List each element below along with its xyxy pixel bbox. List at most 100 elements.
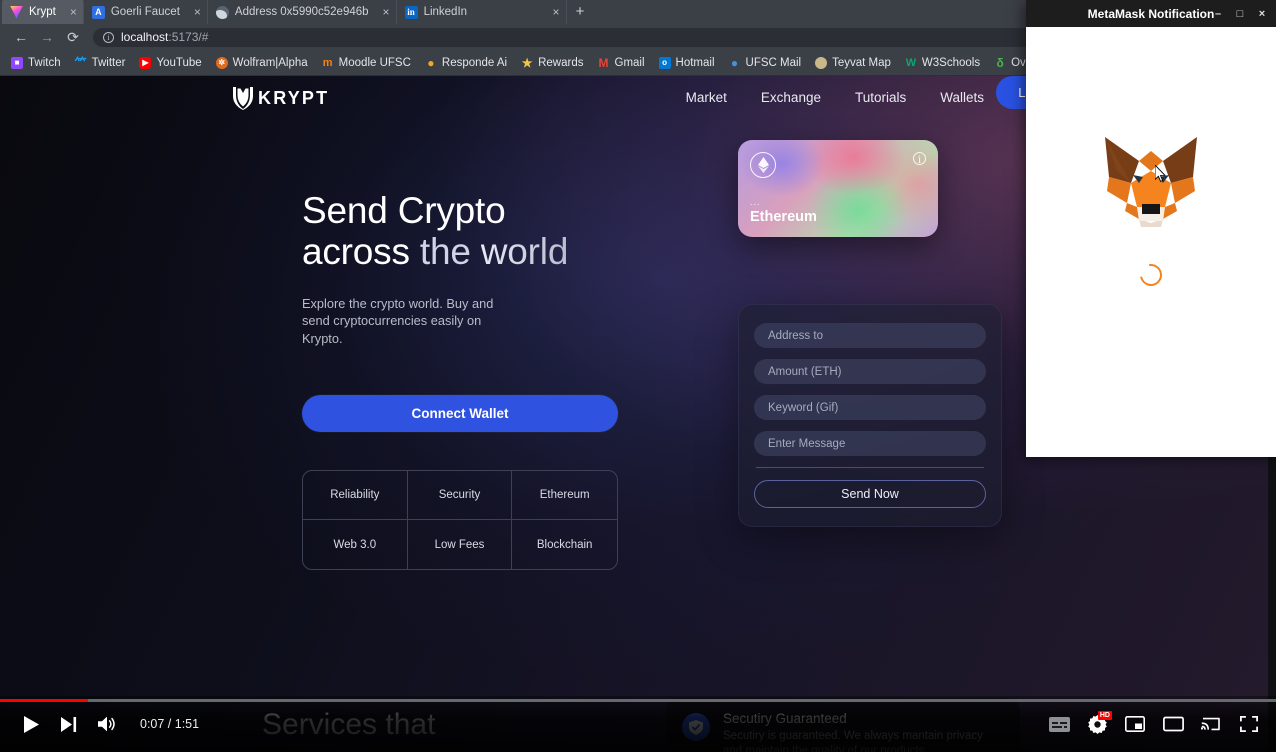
forward-icon[interactable]: → [34, 26, 60, 48]
address-to-input[interactable] [754, 323, 986, 348]
player-right-controls: HD [1040, 710, 1268, 738]
bookmark-gmail[interactable]: M Gmail [591, 53, 652, 73]
bookmark-label: Wolfram|Alpha [232, 56, 308, 69]
back-icon[interactable]: ← [8, 26, 34, 48]
ethereum-diamond-icon [750, 152, 776, 178]
subtitles-icon[interactable] [1040, 710, 1078, 738]
bookmark-label: Hotmail [675, 56, 715, 69]
eth-card-bottom: ... Ethereum [750, 197, 926, 225]
bookmark-label: Twitter [91, 56, 126, 69]
metamask-window-title: MetaMask Notification [1087, 6, 1215, 21]
browser-tab-krypt[interactable]: Krypt × [2, 0, 84, 24]
hero-left-column: Send Crypto across the world Explore the… [302, 190, 688, 571]
send-crypto-form: Send Now [738, 304, 1002, 527]
message-input[interactable] [754, 431, 986, 456]
tab-close-icon[interactable]: × [375, 5, 390, 19]
bookmark-label: YouTube [156, 56, 202, 69]
bookmark-moodle[interactable]: m Moodle UFSC [315, 53, 418, 73]
gear-icon[interactable]: HD [1078, 710, 1116, 738]
tab-title: Goerli Faucet [110, 6, 180, 18]
site-logo-text: KRYPT [258, 87, 330, 108]
hero-title-line2: across the world [302, 231, 569, 273]
bookmark-rewards[interactable]: ★ Rewards [514, 53, 590, 73]
send-now-button[interactable]: Send Now [754, 480, 986, 508]
bookmark-label: Gmail [614, 56, 645, 69]
linkedin-icon: in [404, 5, 418, 19]
ufsc-icon: ● [730, 55, 739, 70]
bookmark-ufsc-mail[interactable]: ● UFSC Mail [722, 53, 809, 73]
feature-cell-low-fees: Low Fees [408, 520, 513, 570]
wolfram-icon: ✲ [215, 56, 228, 69]
reload-icon[interactable]: ⟳ [60, 26, 86, 48]
info-icon[interactable]: i [913, 152, 926, 165]
bookmark-w3schools[interactable]: W W3Schools [898, 53, 987, 73]
feature-cell-security: Security [407, 471, 513, 521]
site-logo[interactable]: KRYPT [232, 86, 329, 110]
loading-spinner [1135, 259, 1167, 291]
site-info-icon[interactable]: i [103, 31, 114, 43]
tab-close-icon[interactable]: × [186, 5, 201, 19]
feature-grid: Reliability Security Ethereum Web 3.0 Lo… [302, 470, 618, 571]
tab-close-icon[interactable]: × [545, 5, 560, 19]
bookmark-hotmail[interactable]: o Hotmail [652, 53, 722, 73]
amount-input[interactable] [754, 359, 986, 384]
eth-card-top: i [750, 152, 926, 178]
browser-tab-linkedin[interactable]: in LinkedIn × [397, 0, 567, 24]
bookmark-youtube[interactable]: ▶ YouTube [132, 53, 208, 73]
vite-logo-icon [10, 5, 23, 19]
bookmark-label: Responde Ai [441, 56, 508, 69]
metamask-window-buttons: – □ × [1208, 0, 1272, 27]
tab-close-icon[interactable]: × [62, 5, 77, 19]
url-host: localhost:5173/# [121, 30, 209, 44]
form-divider [756, 467, 984, 468]
next-track-icon[interactable] [50, 710, 88, 738]
nav-link-tutorials[interactable]: Tutorials [855, 90, 906, 105]
bookmark-teyvat-map[interactable]: Teyvat Map [808, 53, 898, 73]
close-icon[interactable]: × [1252, 4, 1272, 24]
twitch-icon: ■ [11, 56, 23, 69]
video-progress-bar[interactable] [0, 699, 1276, 702]
bookmark-twitch[interactable]: ■ Twitch [4, 53, 68, 73]
video-player-controls: 0:07 / 1:51 HD [0, 696, 1276, 752]
gmail-icon: M [598, 55, 609, 70]
metamask-body [1026, 27, 1276, 457]
hotmail-icon: o [658, 56, 671, 69]
metamask-titlebar[interactable]: MetaMask Notification – □ × [1026, 0, 1276, 27]
site-nav-links: Market Exchange Tutorials Wallets [686, 90, 984, 105]
bookmark-twitter[interactable]: ⺮ Twitter [68, 53, 133, 73]
nav-link-wallets[interactable]: Wallets [940, 90, 984, 105]
connect-wallet-button[interactable]: Connect Wallet [302, 395, 618, 433]
feature-cell-reliability: Reliability [303, 471, 408, 521]
bookmark-label: Twitch [28, 56, 61, 69]
nav-link-exchange[interactable]: Exchange [761, 90, 821, 105]
bookmark-wolfram[interactable]: ✲ Wolfram|Alpha [209, 53, 315, 73]
nav-link-market[interactable]: Market [686, 90, 727, 105]
bookmark-label: W3Schools [921, 56, 981, 69]
krypt-logo-icon [232, 86, 254, 110]
player-left-controls: 0:07 / 1:51 [12, 710, 199, 738]
teyvat-icon [815, 56, 828, 69]
keyword-input[interactable] [754, 395, 986, 420]
play-icon[interactable] [12, 710, 50, 738]
alchemy-icon: A [91, 5, 105, 19]
hero-right-column: i ... Ethereum Send Now [738, 152, 1002, 570]
maximize-icon[interactable]: □ [1230, 4, 1250, 24]
miniplayer-icon[interactable] [1116, 710, 1154, 738]
minimize-icon[interactable]: – [1208, 4, 1228, 24]
ethereum-card[interactable]: i ... Ethereum [738, 140, 938, 237]
volume-icon[interactable] [88, 710, 126, 738]
browser-tab-address[interactable]: Address 0x5990c52e946b × [208, 0, 397, 24]
tab-title: Address 0x5990c52e946b [234, 6, 369, 18]
feature-cell-blockchain: Blockchain [536, 538, 593, 551]
feature-cell-web30: Web 3.0 [303, 520, 408, 570]
cast-icon[interactable] [1192, 710, 1230, 738]
responde-icon: ● [427, 55, 435, 70]
tab-title: LinkedIn [423, 6, 468, 18]
new-tab-button[interactable]: + [567, 0, 594, 24]
metamask-notification-window: MetaMask Notification – □ × [1026, 0, 1276, 457]
bookmark-responde-ai[interactable]: ● Responde Ai [418, 53, 514, 73]
browser-tab-goerli-faucet[interactable]: A Goerli Faucet × [84, 0, 208, 24]
fullscreen-icon[interactable] [1230, 710, 1268, 738]
bookmark-label: UFSC Mail [745, 56, 802, 69]
theater-mode-icon[interactable] [1154, 710, 1192, 738]
